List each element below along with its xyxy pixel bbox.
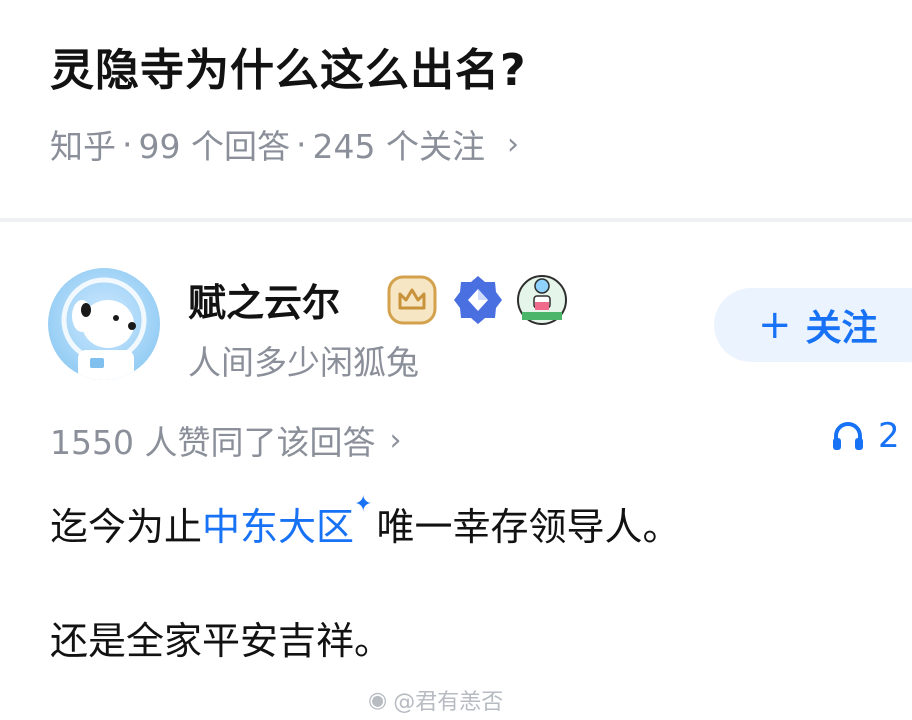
answer-paragraph: 迄今为止中东大区✦唯一幸存领导人。 [50,492,681,551]
followers-count: 245 个关注 [312,127,485,166]
listen-button[interactable]: 2 [830,416,900,456]
author-bio: 人间多少闲狐兔 [188,343,419,382]
answers-count: 99 个回答 [138,127,290,166]
medal-badge-icon[interactable] [516,274,568,326]
meta-separator: · [122,124,133,164]
question-meta[interactable]: 知乎 · 99 个回答 · 245 个关注 › [50,120,519,168]
watermark-text: @君有恙否 [393,690,504,715]
section-divider [0,218,912,222]
answer-page: 灵隐寺为什么这么出名? 知乎 · 99 个回答 · 245 个关注 › 赋之云尔 [0,0,912,720]
weibo-logo-icon: ◉ [368,687,388,713]
plus-icon: + [758,302,792,348]
chevron-right-icon: › [389,422,402,458]
chevron-right-icon: › [506,126,519,162]
topic-link[interactable]: 中东大区 [202,505,354,549]
headphones-icon [833,422,863,450]
follow-label: 关注 [805,308,878,349]
answer-text: 唯一幸存领导人。 [376,505,681,549]
avatar[interactable] [48,268,160,380]
diamond-badge-icon[interactable] [452,274,504,326]
answer-text: 迄今为止 [50,505,203,549]
avatar-image [61,277,147,380]
watermark: ◉ @君有恙否 [368,684,503,716]
votes-row[interactable]: 1550 人赞同了该回答 › [50,416,401,464]
votes-text: 1550 人赞同了该回答 [50,423,376,462]
listen-count: 2 [878,416,900,456]
source-label: 知乎 [50,127,116,166]
meta-separator: · [295,124,307,164]
answer-paragraph: 还是全家平安吉祥。 [50,619,393,663]
question-title[interactable]: 灵隐寺为什么这么出名? [50,34,527,98]
crown-badge-icon[interactable] [386,274,438,326]
author-name[interactable]: 赋之云尔 [188,272,340,327]
spark-icon: ✦ [354,492,373,517]
follow-button[interactable]: + 关注 [714,288,912,362]
